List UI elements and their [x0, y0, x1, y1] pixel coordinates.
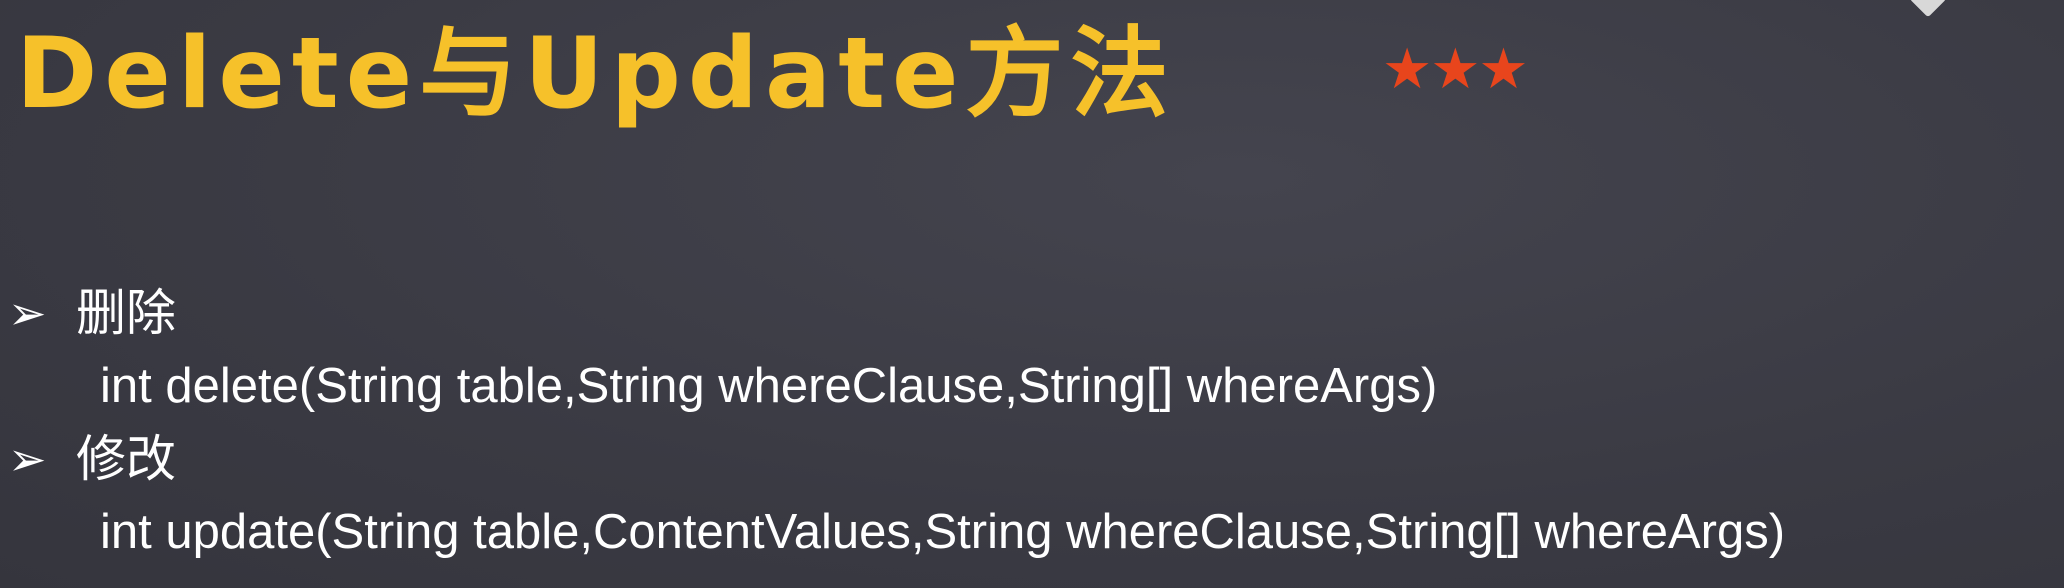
bullet-label-delete: 删除 [76, 284, 176, 342]
bullet-delete: ➢ 删除 [8, 278, 2058, 348]
bullet-list: ➢ 删除 int delete(String table,String wher… [8, 278, 2058, 570]
arrow-bullet-icon: ➢ [8, 432, 47, 486]
difficulty-stars: ★★★ [1382, 37, 1529, 102]
corner-decoration [1909, 0, 1947, 18]
slide-title: Delete与Update方法 [16, 17, 1176, 131]
bullet-label-update: 修改 [76, 430, 176, 488]
delete-method-signature: int delete(String table,String whereClau… [100, 359, 1438, 413]
presentation-slide: Delete与Update方法 ★★★ ➢ 删除 int delete(Stri… [0, 0, 2064, 588]
update-method-signature: int update(String table,ContentValues,St… [100, 505, 1786, 559]
bullet-update: ➢ 修改 [8, 424, 2058, 494]
arrow-bullet-icon: ➢ [8, 286, 47, 340]
